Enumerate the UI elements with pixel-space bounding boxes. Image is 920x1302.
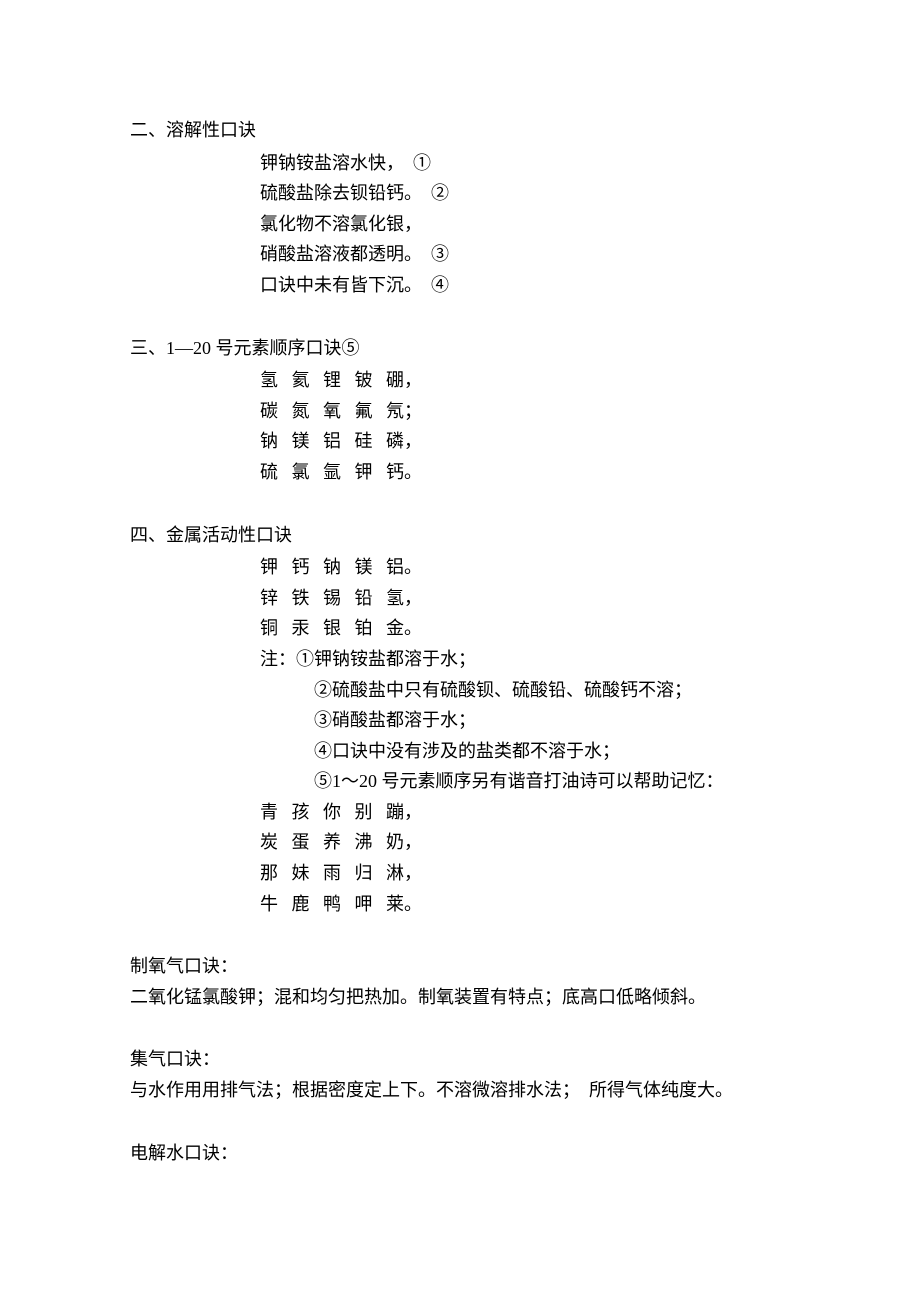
section-metal-activity: 四、金属活动性口诀 钾 钙 钠 镁 铝。 锌 铁 锡 铅 氢， 铜 汞 银 铂 …	[130, 520, 790, 920]
oxygen-text: 二氧化锰氯酸钾；混和均匀把热加。制氧装置有特点；底高口低略倾斜。	[130, 982, 790, 1013]
section-4-body: 钾 钙 钠 镁 铝。 锌 铁 锡 铅 氢， 铜 汞 银 铂 金。 注：①钾钠铵盐…	[130, 552, 790, 919]
s4-line: 钾 钙 钠 镁 铝。	[260, 552, 790, 583]
gas-title: 集气口诀：	[130, 1044, 790, 1075]
oxygen-title: 制氧气口诀：	[130, 951, 790, 982]
s4-line: 铜 汞 银 铂 金。	[260, 613, 790, 644]
s4-poem-line: 炭 蛋 养 沸 奶，	[260, 827, 790, 858]
s4-note: ③硝酸盐都溶于水；	[314, 705, 790, 736]
s3-line: 氢 氦 锂 铍 硼，	[260, 365, 790, 396]
s2-line: 钾钠铵盐溶水快， ①	[260, 148, 790, 179]
section-2-body: 钾钠铵盐溶水快， ① 硫酸盐除去钡铅钙。 ② 氯化物不溶氯化银， 硝酸盐溶液都透…	[130, 148, 790, 301]
section-3-body: 氢 氦 锂 铍 硼， 碳 氮 氧 氟 氖； 钠 镁 铝 硅 磷， 硫 氯 氩 钾…	[130, 365, 790, 487]
s4-notes: ②硫酸盐中只有硫酸钡、硫酸铅、硫酸钙不溶； ③硝酸盐都溶于水； ④口诀中没有涉及…	[260, 675, 790, 797]
s4-poem-line: 牛 鹿 鸭 呷 莱。	[260, 889, 790, 920]
section-2-title: 二、溶解性口诀	[130, 115, 790, 146]
s2-line: 氯化物不溶氯化银，	[260, 209, 790, 240]
section-3-title: 三、1—20 号元素顺序口诀⑤	[130, 333, 790, 364]
s2-line: 硝酸盐溶液都透明。 ③	[260, 239, 790, 270]
gas-text: 与水作用用排气法；根据密度定上下。不溶微溶排水法； 所得气体纯度大。	[130, 1075, 790, 1106]
section-oxygen: 制氧气口诀： 二氧化锰氯酸钾；混和均匀把热加。制氧装置有特点；底高口低略倾斜。	[130, 951, 790, 1012]
s4-poem-line: 青 孩 你 别 蹦，	[260, 797, 790, 828]
document-page: 二、溶解性口诀 钾钠铵盐溶水快， ① 硫酸盐除去钡铅钙。 ② 氯化物不溶氯化银，…	[0, 0, 920, 1302]
water-title: 电解水口诀：	[130, 1138, 790, 1169]
s3-line: 碳 氮 氧 氟 氖；	[260, 396, 790, 427]
s4-note-head: 注：①钾钠铵盐都溶于水；	[260, 644, 790, 675]
section-water: 电解水口诀：	[130, 1138, 790, 1169]
s3-line: 硫 氯 氩 钾 钙。	[260, 457, 790, 488]
s4-line: 锌 铁 锡 铅 氢，	[260, 583, 790, 614]
s2-line: 口诀中未有皆下沉。 ④	[260, 270, 790, 301]
s4-note: ⑤1～20 号元素顺序另有谐音打油诗可以帮助记忆：	[314, 766, 790, 797]
section-elements: 三、1—20 号元素顺序口诀⑤ 氢 氦 锂 铍 硼， 碳 氮 氧 氟 氖； 钠 …	[130, 333, 790, 488]
s3-line: 钠 镁 铝 硅 磷，	[260, 426, 790, 457]
s4-note: ④口诀中没有涉及的盐类都不溶于水；	[314, 736, 790, 767]
s4-poem-line: 那 妹 雨 归 淋，	[260, 858, 790, 889]
s2-line: 硫酸盐除去钡铅钙。 ②	[260, 178, 790, 209]
s4-note: ②硫酸盐中只有硫酸钡、硫酸铅、硫酸钙不溶；	[314, 675, 790, 706]
section-gas: 集气口诀： 与水作用用排气法；根据密度定上下。不溶微溶排水法； 所得气体纯度大。	[130, 1044, 790, 1105]
section-solubility: 二、溶解性口诀 钾钠铵盐溶水快， ① 硫酸盐除去钡铅钙。 ② 氯化物不溶氯化银，…	[130, 115, 790, 301]
section-4-title: 四、金属活动性口诀	[130, 520, 790, 551]
